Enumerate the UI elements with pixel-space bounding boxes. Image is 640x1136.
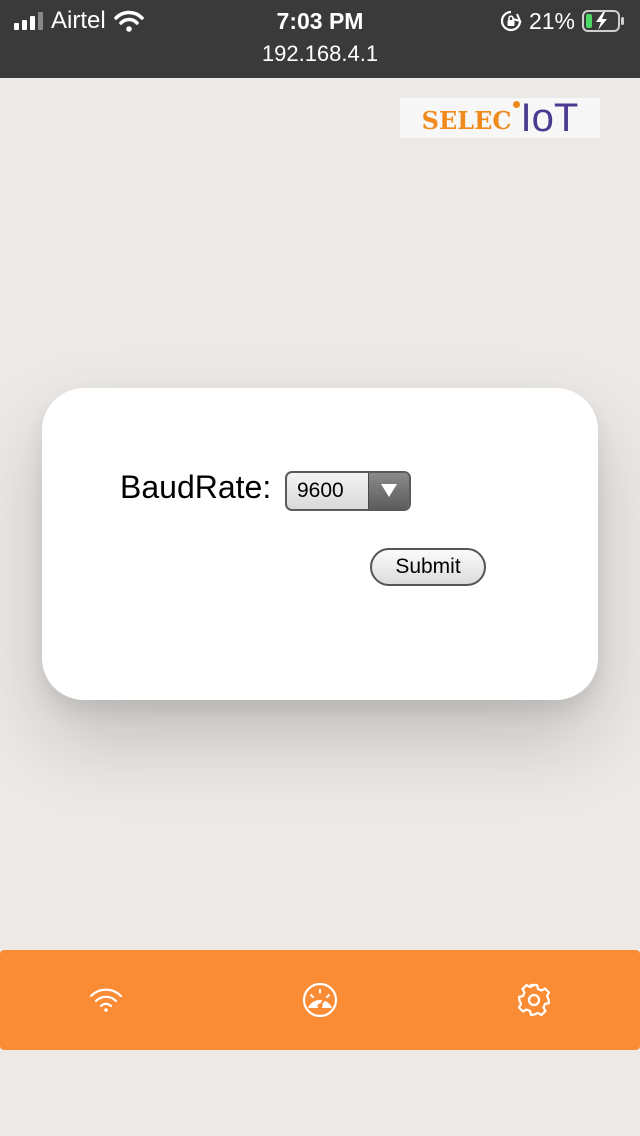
dashboard-gauge-icon	[302, 982, 338, 1018]
baudrate-label: BaudRate:	[120, 469, 272, 505]
tab-settings[interactable]	[510, 976, 558, 1024]
selec-iot-logo: selec IoT	[400, 98, 600, 138]
orientation-lock-icon	[500, 10, 522, 32]
wifi-icon	[89, 988, 123, 1012]
battery-percent: 21%	[528, 7, 575, 34]
status-bar: Airtel 7:03 PM 192.168.4.1 21%	[0, 0, 640, 78]
baudrate-card: BaudRate: 9600 Submit	[42, 388, 598, 700]
status-right: 21%	[500, 6, 626, 36]
chevron-down-icon	[381, 484, 397, 497]
logo-dot	[512, 100, 520, 108]
tab-wifi[interactable]	[82, 976, 130, 1024]
select-dropdown-button[interactable]	[368, 473, 409, 509]
battery-charging-icon	[582, 10, 624, 32]
logo-selec-text: selec	[421, 98, 512, 138]
baudrate-selected-value: 9600	[297, 479, 344, 502]
logo-iot-text: IoT	[520, 96, 579, 140]
settings-gear-icon	[517, 983, 551, 1017]
page-url[interactable]: 192.168.4.1	[0, 40, 640, 68]
tab-dashboard[interactable]	[296, 976, 344, 1024]
bottom-tab-bar	[0, 950, 640, 1050]
baudrate-select[interactable]: 9600	[285, 471, 411, 511]
submit-button[interactable]: Submit	[370, 548, 486, 586]
